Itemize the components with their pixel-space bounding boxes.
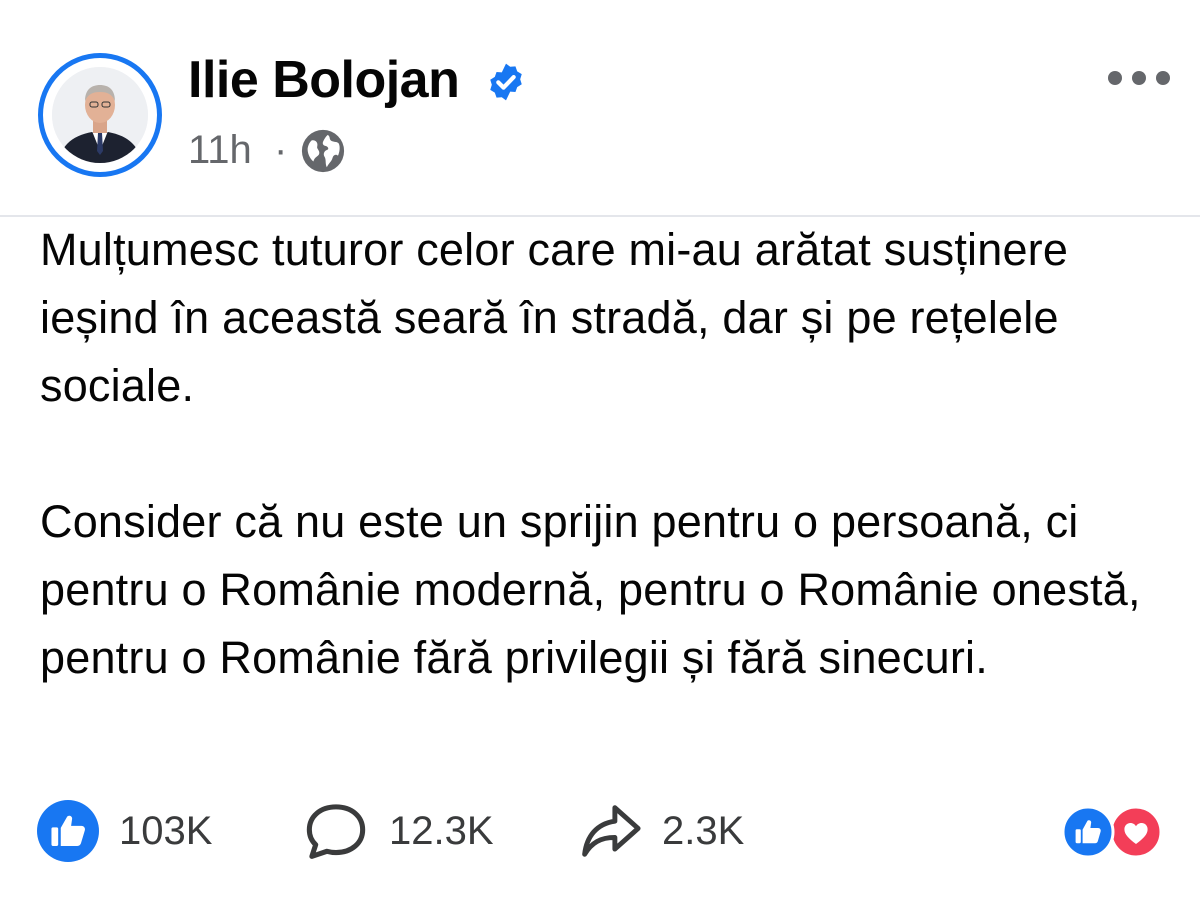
globe-icon (301, 129, 345, 173)
reactions-summary[interactable] (1062, 806, 1166, 858)
love-reaction-icon (1109, 806, 1163, 858)
like-reaction-icon (1062, 806, 1115, 858)
author-name[interactable]: Ilie Bolojan (188, 50, 460, 110)
post-body: Mulțumesc tuturor celor care mi-au arăta… (40, 216, 1190, 692)
post-footer: 103K 12.3K 2.3K (0, 796, 1200, 866)
post-timestamp[interactable]: 11h (188, 128, 252, 173)
share-button[interactable]: 2.3K (580, 796, 744, 866)
like-button[interactable]: 103K (37, 796, 212, 866)
more-options-icon[interactable] (1108, 70, 1170, 86)
comment-button[interactable]: 12.3K (303, 796, 494, 866)
comment-count: 12.3K (389, 808, 494, 853)
profile-photo (52, 67, 148, 163)
comment-icon (306, 804, 366, 859)
post-paragraph: Mulțumesc tuturor celor care mi-au arăta… (40, 224, 1069, 411)
like-icon (37, 800, 99, 862)
meta-separator: · (274, 128, 288, 172)
share-count: 2.3K (662, 808, 745, 853)
avatar[interactable] (52, 67, 148, 163)
post-paragraph: Consider că nu este un sprijin pentru o … (40, 496, 1141, 683)
facebook-post: Ilie Bolojan 11h · Mulțumesc tuturor cel… (0, 0, 1200, 899)
share-icon (582, 805, 641, 857)
like-count: 103K (119, 808, 213, 853)
verified-badge-icon (490, 63, 522, 101)
story-ring[interactable] (38, 53, 162, 177)
